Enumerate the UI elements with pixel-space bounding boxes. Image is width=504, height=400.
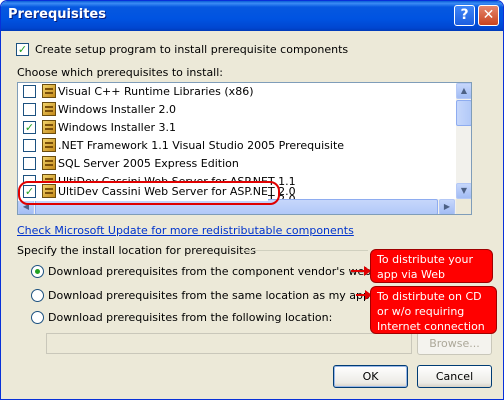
group-divider <box>241 250 368 251</box>
create-setup-checkbox[interactable]: ✓ <box>16 43 29 56</box>
list-item-checkbox[interactable] <box>23 139 36 152</box>
radio-vendor-site[interactable] <box>31 265 44 278</box>
list-item-windows-installer-20[interactable]: Windows Installer 2.0 <box>18 101 455 119</box>
create-setup-label[interactable]: Create setup program to install prerequi… <box>35 43 348 56</box>
list-item-checkbox[interactable] <box>23 157 36 170</box>
radio-following-location-label[interactable]: Download prerequisites from the followin… <box>48 311 332 324</box>
browse-button[interactable]: Browse... <box>417 332 492 355</box>
list-item-dotnet-11[interactable]: .NET Framework 1.1 Visual Studio 2005 Pr… <box>18 137 455 155</box>
package-icon <box>42 138 56 152</box>
package-icon <box>42 102 56 116</box>
package-icon <box>42 84 56 98</box>
radio-vendor-site-label[interactable]: Download prerequisites from the componen… <box>48 265 395 278</box>
radio-following-location[interactable] <box>31 311 44 324</box>
title-bar[interactable]: Prerequisites ? ✕ <box>1 1 503 31</box>
annotation-cd: To distirbute on CD or w/o requiring Int… <box>370 286 497 334</box>
list-item-label: .NET Framework 1.1 Visual Studio 2005 Pr… <box>58 139 345 152</box>
cancel-button[interactable]: Cancel <box>417 365 492 388</box>
list-item-label: Windows Installer 3.1 <box>58 121 176 134</box>
close-button[interactable]: ✕ <box>478 5 499 26</box>
radio-same-location[interactable] <box>31 289 44 302</box>
annotation-highlight-ring <box>18 181 280 205</box>
package-icon <box>42 120 56 134</box>
prerequisites-dialog: Prerequisites ? ✕ ✓ Create setup program… <box>0 0 504 400</box>
list-item-label: Windows Installer 2.0 <box>58 103 176 116</box>
install-location-heading: Specify the install location for prerequ… <box>17 244 256 257</box>
list-item-windows-installer-31[interactable]: ✓ Windows Installer 3.1 <box>18 119 455 137</box>
scroll-down-button[interactable]: ▼ <box>456 183 471 199</box>
list-item-checkbox[interactable]: ✓ <box>23 121 36 134</box>
list-item-label: SQL Server 2005 Express Edition <box>58 157 239 170</box>
list-item-checkbox[interactable] <box>23 85 36 98</box>
choose-prerequisites-label: Choose which prerequisites to install: <box>17 66 224 79</box>
scroll-right-button[interactable]: ▶ <box>439 199 455 214</box>
annotation-arrow-web <box>351 266 371 276</box>
package-icon <box>42 156 56 170</box>
scroll-up-button[interactable]: ▲ <box>456 83 471 99</box>
list-item-vcpp-runtime[interactable]: Visual C++ Runtime Libraries (x86) <box>18 83 455 101</box>
list-item-label: Visual C++ Runtime Libraries (x86) <box>58 85 254 98</box>
vertical-scrollbar[interactable]: ▲ ▼ <box>456 83 471 199</box>
help-button[interactable]: ? <box>454 5 475 26</box>
annotation-web: To distribute your app via Web <box>370 249 493 283</box>
scrollbar-corner <box>456 199 471 214</box>
location-path-input[interactable] <box>46 333 412 354</box>
ok-button[interactable]: OK <box>333 365 408 388</box>
vertical-scroll-thumb[interactable] <box>456 100 471 126</box>
microsoft-update-link[interactable]: Check Microsoft Update for more redistri… <box>17 224 354 237</box>
list-item-checkbox[interactable] <box>23 103 36 116</box>
annotation-arrow-cd <box>356 290 372 300</box>
list-item-sql-express[interactable]: SQL Server 2005 Express Edition <box>18 155 455 173</box>
window-title: Prerequisites <box>8 7 106 22</box>
